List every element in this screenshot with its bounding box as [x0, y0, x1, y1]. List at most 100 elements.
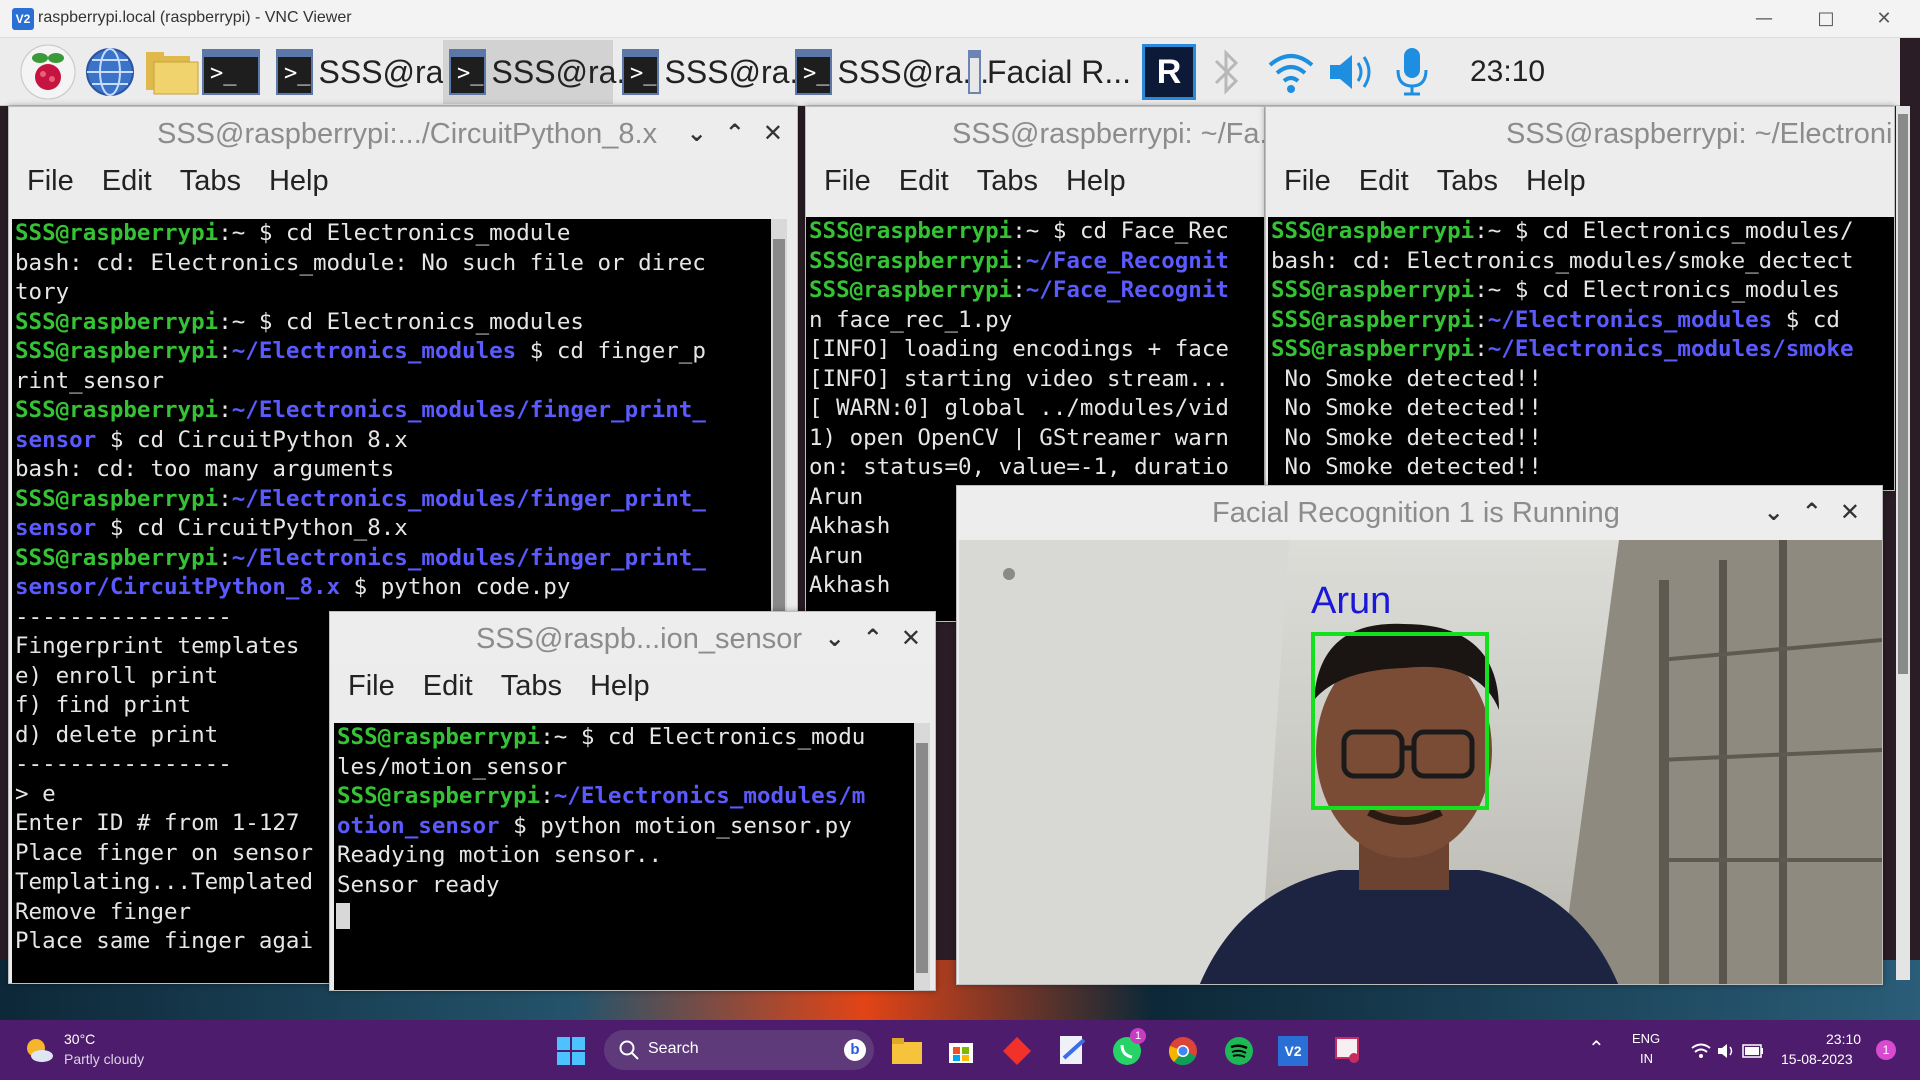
menu-tabs[interactable]: Tabs — [977, 165, 1038, 198]
terminal-text: Readying motion sensor.. — [337, 842, 663, 868]
terminal-icon: >_ — [276, 49, 313, 95]
prompt-path: ~/Electronics_modules — [231, 338, 517, 364]
menu-help[interactable]: Help — [1066, 165, 1126, 198]
taskbar-time[interactable]: 23:10 — [1826, 1031, 1861, 1047]
terminal-line: 1) open OpenCV | GStreamer warn — [809, 424, 1264, 454]
task-terminal-1[interactable]: >_ SSS@ra... — [270, 40, 470, 104]
terminal-text: ---------------- — [15, 751, 232, 777]
whatsapp-icon[interactable]: 1 — [1112, 1028, 1146, 1066]
menu-file[interactable]: File — [1284, 165, 1331, 198]
microsoft-store-icon[interactable] — [946, 1036, 976, 1066]
show-hidden-icons-chevron-icon[interactable]: ⌃ — [1588, 1036, 1605, 1061]
weather-temp[interactable]: 30°C — [64, 1031, 95, 1047]
menu-tabs[interactable]: Tabs — [1437, 165, 1498, 198]
scrollbar[interactable] — [914, 723, 930, 990]
window-titlebar[interactable]: SSS@raspberrypi: ~/Electroni — [1266, 107, 1894, 159]
terminal-output[interactable]: SSS@raspberrypi:~ $ cd Electronics_modul… — [1268, 217, 1894, 490]
terminal-line: SSS@raspberrypi:~/Electronics_modules $ … — [1271, 306, 1894, 336]
file-manager-icon[interactable] — [144, 46, 200, 98]
terminal-text: : — [1012, 277, 1026, 303]
menu-help[interactable]: Help — [590, 670, 650, 703]
task-terminal-4[interactable]: >_ SSS@ra... — [789, 40, 989, 104]
terminal-text: bash: cd: too many arguments — [15, 456, 395, 482]
desktop-scrollbar[interactable] — [1896, 106, 1910, 980]
menu-tabs[interactable]: Tabs — [501, 670, 562, 703]
task-facial-recognition[interactable]: Facial R... — [962, 40, 1137, 104]
terminal-text: n face_rec_1.py — [809, 306, 1013, 333]
windows-start-icon[interactable] — [556, 1036, 586, 1066]
camera-feed: Arun — [959, 540, 1882, 984]
terminal-launcher-icon[interactable]: >_ — [202, 46, 260, 98]
maximize-button[interactable]: □ — [1806, 6, 1846, 32]
prompt-user-host: SSS@raspberrypi — [15, 544, 219, 571]
terminal-output[interactable]: SSS@raspberrypi:~ $ cd Electronics_modul… — [334, 723, 917, 990]
window-title: SSS@raspberrypi: ~/Electroni — [1506, 118, 1893, 150]
window-icon — [968, 50, 981, 94]
raspberry-menu-icon[interactable] — [18, 44, 78, 100]
menu-bar: File Edit Tabs Help — [806, 159, 1264, 203]
close-button[interactable]: ✕ — [1864, 6, 1904, 32]
menu-edit[interactable]: Edit — [423, 670, 473, 703]
realvnc-icon[interactable]: R — [1142, 44, 1196, 100]
window-titlebar[interactable]: SSS@raspb...ion_sensor ⌄ ⌃ ✕ — [330, 612, 935, 664]
menu-file[interactable]: File — [824, 165, 871, 198]
task-terminal-3[interactable]: >_ SSS@ra... — [616, 40, 816, 104]
menu-edit[interactable]: Edit — [1359, 165, 1409, 198]
maximize-chevron-icon[interactable]: ⌃ — [1802, 498, 1822, 526]
menu-help[interactable]: Help — [269, 165, 329, 198]
prompt-path: ~/Face_Recognit — [1025, 277, 1229, 303]
notification-badge[interactable]: 1 — [1876, 1040, 1896, 1060]
window-titlebar[interactable]: SSS@raspberrypi: ~/Fa... — [806, 107, 1264, 159]
maximize-chevron-icon[interactable]: ⌃ — [863, 624, 883, 652]
microphone-icon[interactable] — [1392, 46, 1432, 98]
menu-edit[interactable]: Edit — [899, 165, 949, 198]
pi-clock[interactable]: 23:10 — [1464, 46, 1545, 98]
menu-file[interactable]: File — [348, 670, 395, 703]
chevron-down-icon[interactable]: ⌄ — [825, 624, 845, 652]
wifi-icon[interactable] — [1266, 46, 1316, 98]
window-titlebar[interactable]: SSS@raspberrypi:.../CircuitPython_8.x ⌄ … — [9, 107, 797, 159]
bluetooth-icon[interactable] — [1212, 46, 1242, 98]
language-indicator-bottom[interactable]: IN — [1640, 1051, 1653, 1066]
weather-desc[interactable]: Partly cloudy — [64, 1051, 144, 1067]
web-browser-icon[interactable] — [84, 46, 136, 98]
terminal-text: :~ $ cd Electronics_module — [218, 220, 571, 246]
language-indicator-top[interactable]: ENG — [1632, 1031, 1660, 1046]
maximize-chevron-icon[interactable]: ⌃ — [725, 119, 745, 147]
terminal-text: Akhash — [809, 572, 891, 598]
pdf-editor-icon[interactable] — [1058, 1036, 1088, 1066]
minimize-button[interactable]: — — [1744, 6, 1784, 32]
menu-help[interactable]: Help — [1526, 165, 1586, 198]
snipping-tool-icon[interactable] — [1334, 1036, 1364, 1066]
weather-icon[interactable] — [24, 1034, 54, 1064]
prompt-user-host: SSS@raspberrypi — [15, 308, 219, 335]
scrollbar-thumb[interactable] — [1898, 114, 1908, 674]
scrollbar-thumb[interactable] — [773, 239, 785, 639]
terminal-text: :~ $ cd Electronics_modu — [540, 724, 866, 750]
window-titlebar[interactable]: Facial Recognition 1 is Running ⌄ ⌃ ✕ — [957, 486, 1882, 538]
close-icon[interactable]: ✕ — [901, 624, 921, 652]
close-icon[interactable]: ✕ — [763, 119, 783, 147]
task-terminal-2[interactable]: >_ SSS@ra... — [443, 40, 643, 104]
scrollbar-thumb[interactable] — [916, 743, 928, 973]
vnc-viewer-taskbar-icon[interactable]: V2 — [1278, 1036, 1308, 1066]
close-icon[interactable]: ✕ — [1840, 498, 1860, 526]
chevron-down-icon[interactable]: ⌄ — [1764, 498, 1784, 526]
face-detection-box — [1311, 632, 1489, 810]
terminal-text: Fingerprint templates — [15, 633, 300, 659]
terminal-line: tory — [15, 278, 771, 308]
menu-edit[interactable]: Edit — [102, 165, 152, 198]
battery-icon[interactable] — [1738, 1036, 1768, 1066]
terminal-text: No Smoke detected!! — [1271, 424, 1542, 451]
red-diamond-app-icon[interactable] — [1002, 1036, 1032, 1066]
file-explorer-icon[interactable] — [892, 1036, 922, 1066]
search-box[interactable]: Search b — [604, 1030, 874, 1070]
search-icon — [619, 1040, 639, 1060]
menu-tabs[interactable]: Tabs — [180, 165, 241, 198]
taskbar-date[interactable]: 15-08-2023 — [1781, 1051, 1853, 1067]
spotify-icon[interactable] — [1224, 1036, 1254, 1066]
chrome-icon[interactable] — [1168, 1036, 1198, 1066]
volume-icon[interactable] — [1326, 46, 1378, 98]
menu-file[interactable]: File — [27, 165, 74, 198]
chevron-down-icon[interactable]: ⌄ — [687, 119, 707, 147]
